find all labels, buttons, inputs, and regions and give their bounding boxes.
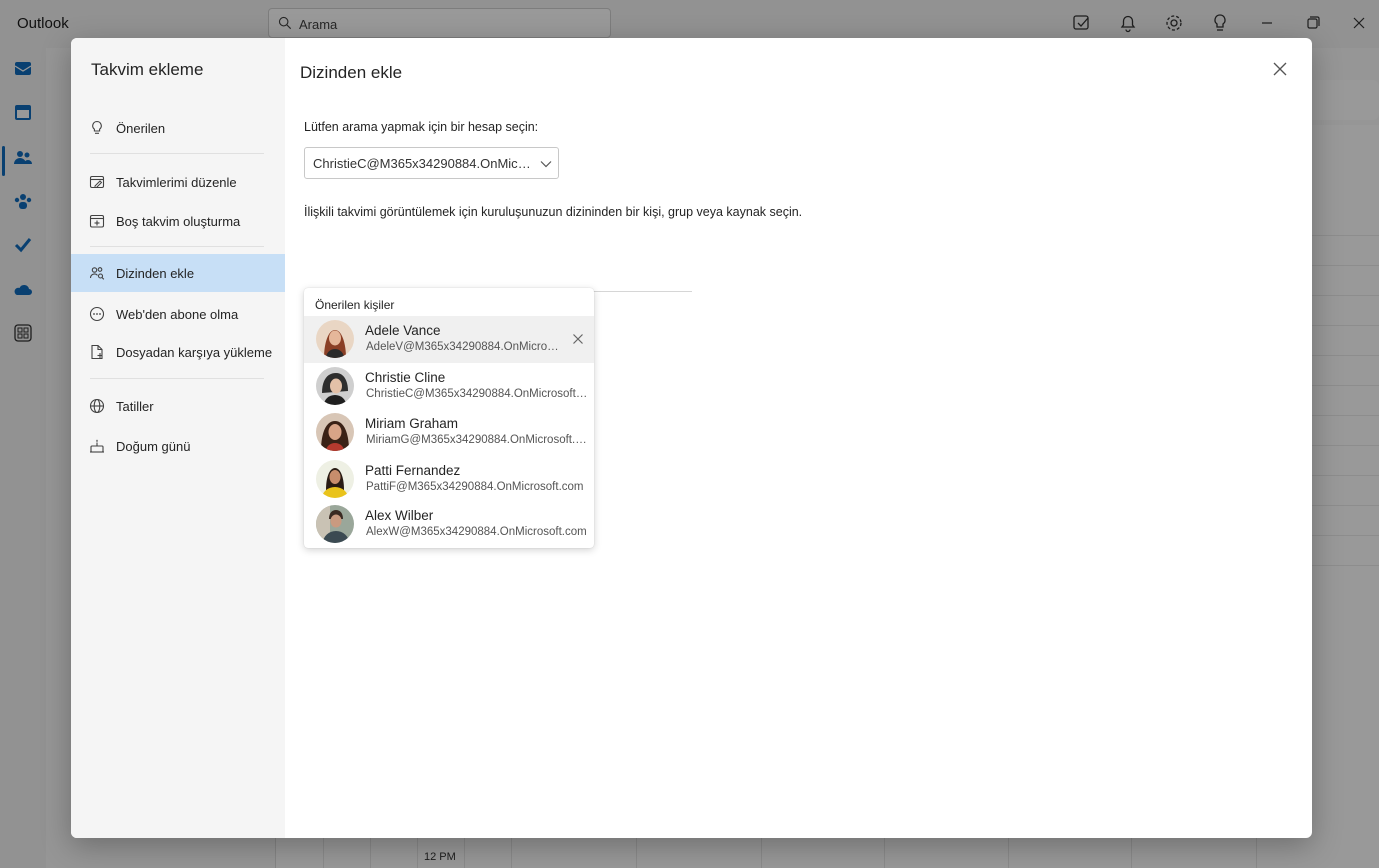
nav-divider xyxy=(90,153,264,154)
chevron-down-icon xyxy=(540,161,552,168)
person-name: Christie Cline xyxy=(365,370,446,385)
close-icon[interactable] xyxy=(1270,59,1290,79)
nav-item-create-blank-calendar[interactable]: Boş takvim oluşturma xyxy=(71,202,285,240)
person-name: Alex Wilber xyxy=(365,508,434,523)
person-email: AdeleV@M365x34290884.OnMicrosoft.com xyxy=(366,341,562,353)
nav-item-add-from-directory[interactable]: Dizinden ekle xyxy=(71,254,285,292)
dialog-heading: Dizinden ekle xyxy=(300,63,403,82)
suggested-person[interactable]: Patti Fernandez PattiF@M365x34290884.OnM… xyxy=(304,456,594,503)
nav-item-label: Takvimlerimi düzenle xyxy=(116,175,237,190)
lightbulb-icon xyxy=(92,120,102,134)
suggested-people-header: Önerilen kişiler xyxy=(315,298,395,312)
avatar xyxy=(316,505,354,543)
dialog-nav: Takvim ekleme Önerilen Takvimlerimi düze… xyxy=(71,38,285,838)
person-name: Adele Vance xyxy=(365,323,441,338)
add-calendar-dialog: Takvim ekleme Önerilen Takvimlerimi düze… xyxy=(71,38,1312,838)
person-email: ChristieC@M365x34290884.OnMicrosoft.com xyxy=(366,388,590,400)
people-search-icon xyxy=(89,267,105,280)
calendar-add-icon xyxy=(89,214,105,228)
avatar xyxy=(316,320,354,358)
directory-description: İlişkili takvimi görüntülemek için kurul… xyxy=(304,205,803,219)
suggested-people-dropdown: Önerilen kişiler Adele Vance AdeleV@M365… xyxy=(304,288,594,548)
dialog-nav-title: Takvim ekleme xyxy=(91,60,204,79)
avatar xyxy=(316,367,354,405)
nav-item-suggested[interactable]: Önerilen xyxy=(71,109,285,147)
suggested-person[interactable]: Miriam Graham MiriamG@M365x34290884.OnMi… xyxy=(304,409,594,456)
account-dropdown-value: ChristieC@M365x34290884.OnMicrosoft.com xyxy=(313,156,535,171)
person-name: Patti Fernandez xyxy=(365,463,461,478)
nav-divider xyxy=(90,246,264,247)
nav-item-label: Önerilen xyxy=(116,121,166,136)
person-name: Miriam Graham xyxy=(365,416,459,431)
nav-item-label: Doğum günü xyxy=(116,439,191,454)
globe-icon xyxy=(89,398,105,414)
suggested-person[interactable]: Christie Cline ChristieC@M365x34290884.O… xyxy=(304,363,594,410)
directory-search-input[interactable] xyxy=(304,258,692,292)
file-upload-icon xyxy=(91,344,103,360)
nav-item-subscribe-from-web[interactable]: Web'den abone olma xyxy=(71,295,285,333)
nav-item-holidays[interactable]: Tatiller xyxy=(71,387,285,425)
nav-item-label: Boş takvim oluşturma xyxy=(116,214,241,229)
person-email: AlexW@M365x34290884.OnMicrosoft.com xyxy=(366,526,587,538)
nav-divider xyxy=(90,378,264,379)
account-dropdown[interactable]: ChristieC@M365x34290884.OnMicrosoft.com xyxy=(304,147,559,179)
nav-item-label: Dosyadan karşıya yükleme xyxy=(116,345,273,360)
remove-suggestion-icon[interactable] xyxy=(571,332,585,346)
nav-item-edit-calendars[interactable]: Takvimlerimi düzenle xyxy=(71,163,285,201)
nav-item-upload-from-file[interactable]: Dosyadan karşıya yükleme xyxy=(71,333,285,371)
web-subscribe-icon xyxy=(89,306,105,322)
suggested-person[interactable]: Adele Vance AdeleV@M365x34290884.OnMicro… xyxy=(304,316,594,363)
nav-item-label: Tatiller xyxy=(116,399,154,414)
nav-item-label: Web'den abone olma xyxy=(116,307,239,322)
account-label: Lütfen arama yapmak için bir hesap seçin… xyxy=(304,120,539,134)
birthday-cake-icon xyxy=(90,439,104,453)
nav-item-birthdays[interactable]: Doğum günü xyxy=(71,427,285,465)
nav-item-label: Dizinden ekle xyxy=(116,266,195,281)
suggested-person[interactable]: Alex Wilber AlexW@M365x34290884.OnMicros… xyxy=(304,501,594,548)
person-email: PattiF@M365x34290884.OnMicrosoft.com xyxy=(366,481,584,493)
avatar xyxy=(316,460,354,498)
avatar xyxy=(316,413,354,451)
person-email: MiriamG@M365x34290884.OnMicrosoft.com xyxy=(366,434,590,446)
edit-calendar-icon xyxy=(89,175,105,189)
